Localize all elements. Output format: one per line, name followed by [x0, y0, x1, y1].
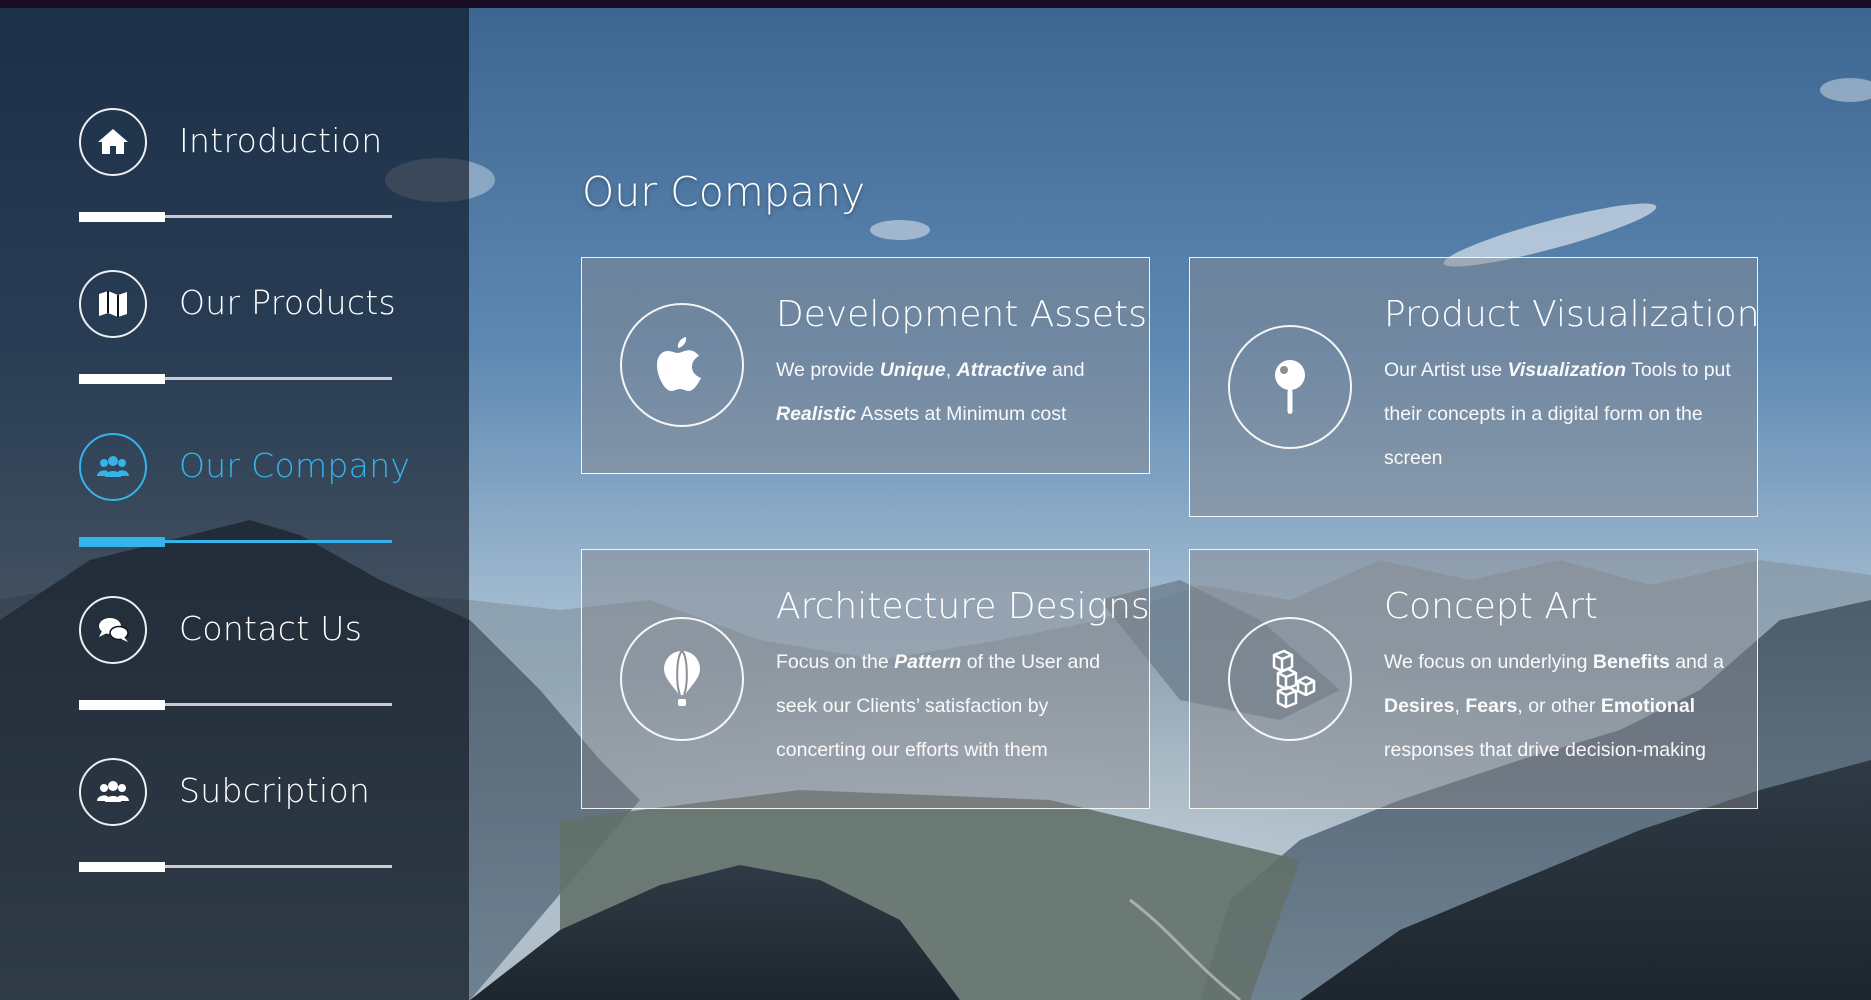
progress-fill — [79, 700, 165, 710]
card-product-visualization[interactable]: Product Visualization Our Artist use Vis… — [1189, 257, 1760, 517]
sidebar-item-label: Introduction — [179, 121, 383, 160]
card-description: Our Artist use Visualization Tools to pu… — [1384, 359, 1731, 469]
card-title: Concept Art — [1384, 586, 1598, 627]
progress-track — [79, 862, 392, 872]
page-title: Our Company — [582, 168, 866, 216]
cubes-icon — [1228, 617, 1352, 741]
users-icon — [79, 433, 147, 501]
progress-track — [79, 212, 392, 222]
sidebar-nav: Introduction Our Products Our Company Co… — [0, 8, 469, 1000]
card-title: Architecture Designs — [776, 586, 1150, 627]
progress-track — [79, 374, 392, 384]
users-icon — [79, 758, 147, 826]
card-title: Product Visualization — [1384, 294, 1760, 335]
card-architecture-designs[interactable]: Architecture Designs Focus on the Patter… — [581, 549, 1150, 809]
progress-fill — [79, 537, 165, 547]
apple-icon — [620, 303, 744, 427]
top-bar — [0, 0, 1871, 8]
progress-fill — [79, 374, 165, 384]
progress-fill — [79, 862, 165, 872]
balloon-icon — [620, 617, 744, 741]
home-icon — [79, 108, 147, 176]
card-concept-art[interactable]: Concept Art We focus on underlying Benef… — [1189, 549, 1758, 809]
card-description: Focus on the Pattern of the User and see… — [776, 651, 1101, 761]
card-description: We focus on underlying Benefits and a De… — [1384, 651, 1725, 761]
sidebar-item-our-company[interactable]: Our Company — [79, 433, 410, 573]
progress-track — [79, 537, 392, 547]
progress-fill — [79, 212, 165, 222]
card-development-assets[interactable]: Development Assets We provide Unique, At… — [581, 257, 1150, 474]
card-title: Development Assets — [776, 294, 1147, 335]
map-icon — [79, 270, 147, 338]
pin-icon — [1228, 325, 1352, 449]
sidebar-item-our-products[interactable]: Our Products — [79, 270, 396, 410]
card-description: We provide Unique, Attractive and Realis… — [776, 359, 1085, 425]
sidebar-item-label: Subcription — [179, 771, 371, 810]
sidebar-item-introduction[interactable]: Introduction — [79, 108, 392, 248]
sidebar-item-label: Our Company — [179, 446, 411, 485]
sidebar-item-label: Our Products — [179, 283, 397, 322]
progress-track — [79, 700, 392, 710]
sidebar-item-label: Contact Us — [179, 609, 363, 648]
sidebar-item-contact-us[interactable]: Contact Us — [79, 596, 392, 736]
chat-icon — [79, 596, 147, 664]
sidebar-item-subcription[interactable]: Subcription — [79, 758, 392, 898]
